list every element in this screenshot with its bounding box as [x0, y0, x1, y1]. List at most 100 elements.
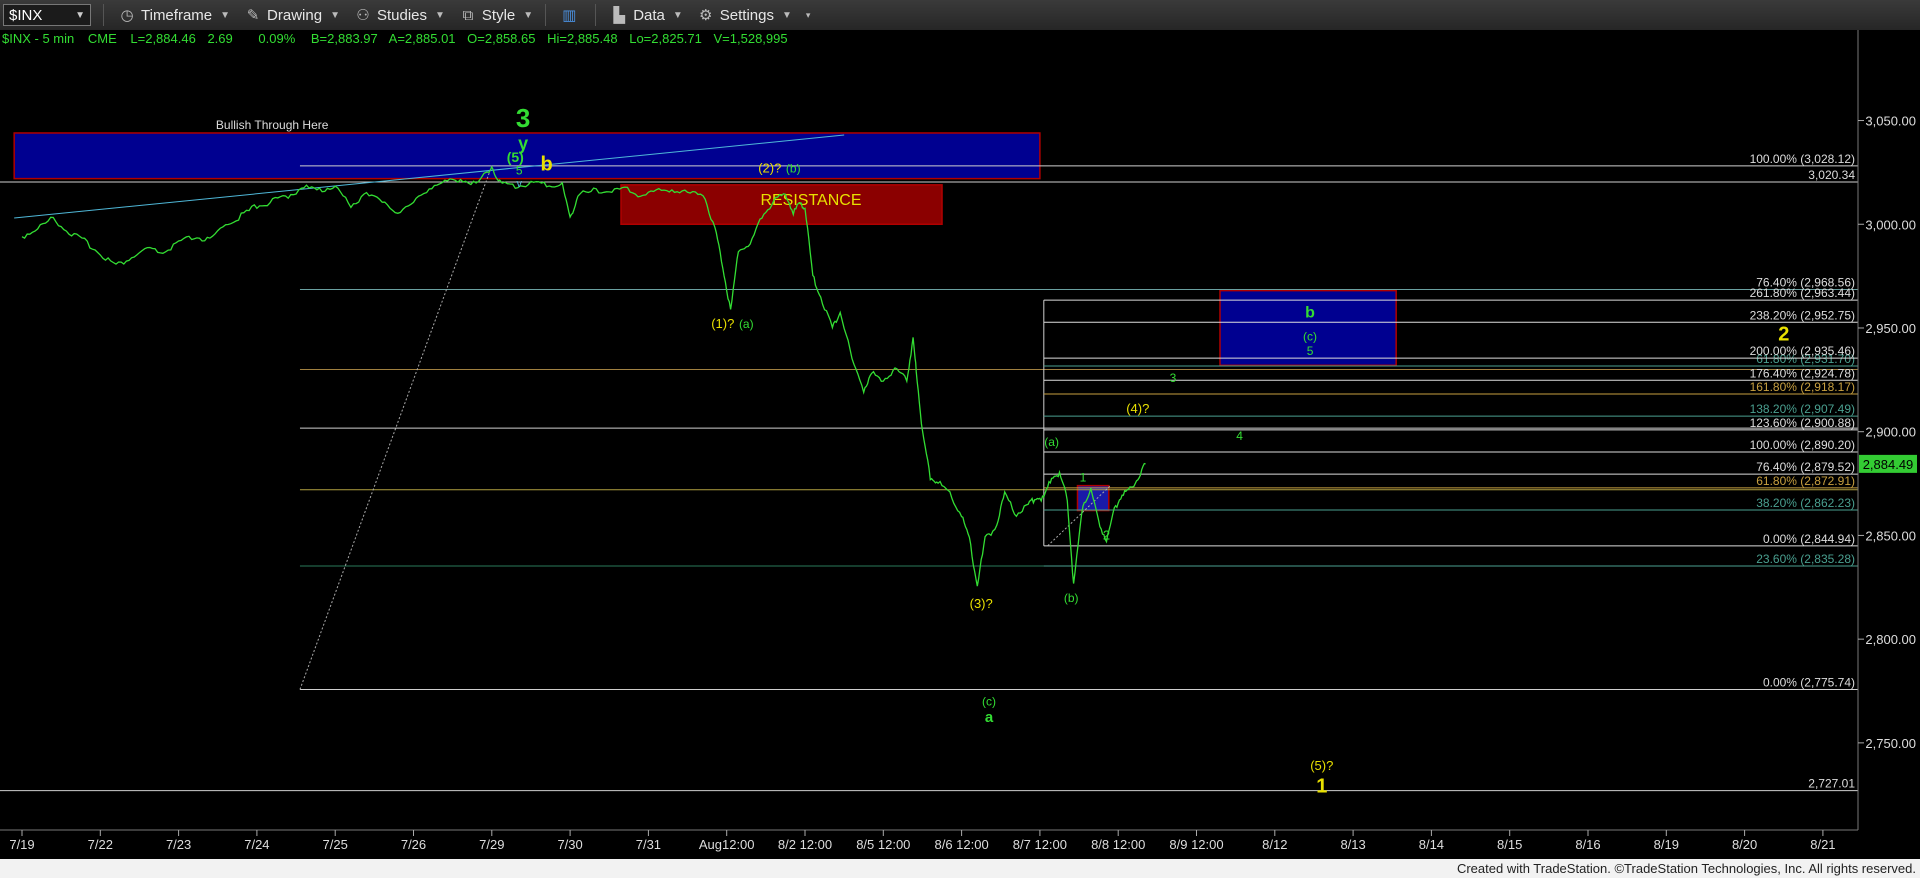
x-tick-label: 8/14: [1419, 837, 1444, 852]
pen-icon: ✎: [246, 7, 260, 24]
zone-label: Bullish Through Here: [216, 118, 329, 132]
y-tick-label: 2,950.00: [1865, 321, 1916, 336]
toolbar-separator: [103, 4, 104, 26]
x-tick-label: 8/15: [1497, 837, 1522, 852]
studies-label: Studies: [376, 6, 428, 24]
fib-level-label: 123.60% (2,900.88): [1750, 416, 1855, 430]
x-tick-label: 8/20: [1732, 837, 1757, 852]
header-info: $INX - 5 min CME L=2,884.46 2.69 0.09% B…: [2, 31, 788, 46]
x-tick-label: 8/13: [1340, 837, 1365, 852]
studies-menu[interactable]: ⚇ Studies ▼: [354, 6, 445, 25]
caret-down-icon: ▼: [523, 9, 534, 21]
wave-label: a: [985, 709, 994, 726]
x-tick-label: 7/23: [166, 837, 191, 852]
header-symbol: $INX - 5 min: [2, 31, 74, 46]
studies-icon: ⚇: [356, 7, 370, 24]
wave-label: 2: [1778, 323, 1789, 345]
caret-down-icon: ▼: [330, 9, 340, 21]
x-tick-label: 7/30: [557, 837, 582, 852]
data-menu[interactable]: ▙ Data ▼: [610, 6, 682, 25]
fib-level-label: 261.80% (2,963.44): [1750, 286, 1855, 300]
wave-label: b: [1305, 305, 1315, 322]
fib-level-label: 38.20% (2,862.23): [1756, 496, 1855, 510]
x-tick-label: 8/16: [1575, 837, 1600, 852]
toolbar-separator: [595, 4, 597, 26]
x-tick-label: 8/9 12:00: [1169, 837, 1223, 852]
x-tick-label: 7/29: [479, 837, 504, 852]
header-exchange: CME: [88, 31, 117, 46]
toolbar-overflow-button[interactable]: ▾: [806, 10, 811, 21]
header-bid: B=2,883.97: [311, 31, 378, 46]
horizontal-line-label: 0.00% (2,775.74): [1763, 675, 1855, 689]
x-tick-label: 7/26: [401, 837, 426, 852]
fib-level-label: 0.00% (2,844.94): [1763, 532, 1855, 546]
style-menu[interactable]: ⧉ Style ▼: [459, 6, 534, 24]
fib-level-label: 76.40% (2,879.52): [1756, 460, 1855, 474]
fib-level-label: 161.80% (2,918.17): [1750, 380, 1855, 394]
wave-label: (a): [1044, 435, 1059, 449]
wave-label: (a): [739, 317, 754, 331]
x-tick-label: 8/2 12:00: [778, 837, 832, 852]
x-tick-label: 8/12: [1262, 837, 1287, 852]
style-icon: ⧉: [462, 6, 474, 24]
y-tick-label: 2,800.00: [1865, 632, 1916, 647]
x-tick-label: 7/19: [9, 837, 34, 852]
wave-label: (5)?: [1310, 758, 1333, 773]
fib-level-label: 138.20% (2,907.49): [1750, 402, 1855, 416]
x-tick-label: 8/8 12:00: [1091, 837, 1145, 852]
wave-label: (c): [1303, 329, 1317, 343]
wave-label: (2)?: [758, 160, 781, 175]
x-tick-label: 8/21: [1810, 837, 1835, 852]
timeframe-menu[interactable]: ◷ Timeframe ▼: [118, 6, 231, 25]
wave-label: (c): [982, 695, 996, 709]
symbol-selector[interactable]: $INX ▼: [3, 4, 91, 26]
x-tick-label: 7/31: [636, 837, 661, 852]
fib-level-label: 176.40% (2,924.78): [1750, 366, 1855, 380]
settings-menu[interactable]: ⚙ Settings ▼: [697, 6, 792, 25]
wave-label: 3: [516, 103, 530, 133]
timeframe-label: Timeframe: [141, 6, 213, 24]
zone-label: RESISTANCE: [760, 192, 861, 209]
clock-icon: ◷: [120, 7, 134, 24]
last-price-marker: 2,884.49: [1859, 454, 1917, 473]
horizontal-line-label: 100.00% (3,028.12): [1750, 152, 1855, 166]
y-tick-label: 2,900.00: [1865, 425, 1916, 440]
last-price-label: 2,884.49: [1863, 457, 1914, 472]
wave-label: 1: [1080, 470, 1087, 484]
x-tick-label: 7/25: [323, 837, 348, 852]
drawing-menu[interactable]: ✎ Drawing ▼: [244, 6, 340, 25]
copyright-footer: Created with TradeStation. ©TradeStation…: [1456, 861, 1916, 876]
y-tick-label: 2,850.00: [1865, 528, 1916, 543]
wave-label: (b): [786, 161, 801, 175]
wave-label: (1)?: [711, 316, 734, 331]
wave-label: b: [541, 153, 553, 175]
fib-level-label: 200.00% (2,935.46): [1750, 344, 1855, 358]
wave-label: (4)?: [1126, 401, 1149, 416]
gear-icon: ⚙: [699, 7, 713, 24]
header-ask: A=2,885.01: [389, 31, 456, 46]
caret-down-icon: ▼: [781, 9, 792, 21]
caret-down-icon: ▼: [220, 9, 231, 21]
layout-button[interactable]: ▥: [560, 6, 583, 24]
fib-level-label: 61.80% (2,872.91): [1756, 474, 1855, 488]
horizontal-line-label: 2,727.01: [1808, 777, 1855, 791]
wave-label: 2: [1103, 528, 1110, 543]
x-tick-label: Aug12:00: [699, 837, 755, 852]
price-chart[interactable]: Bullish Through Here RESISTANCE 100.00% (…: [0, 30, 1920, 859]
y-tick-label: 2,750.00: [1865, 736, 1916, 751]
header-change: 2.69: [207, 31, 232, 46]
dropdown-arrow-icon: ▼: [75, 9, 85, 21]
header-low: Lo=2,825.71: [629, 31, 702, 46]
header-high: Hi=2,885.48: [547, 31, 617, 46]
toolbar-separator: [545, 4, 547, 26]
drawing-label: Drawing: [267, 6, 323, 24]
header-pct: 0.09%: [258, 31, 295, 46]
y-tick-label: 3,000.00: [1865, 217, 1916, 232]
x-tick-label: 8/7 12:00: [1013, 837, 1067, 852]
horizontal-line-label: 3,020.34: [1808, 168, 1855, 182]
x-tick-label: 7/22: [88, 837, 113, 852]
symbol-value: $INX: [9, 6, 43, 24]
wave-label: 5: [516, 163, 523, 177]
wave-label: v: [516, 178, 522, 190]
caret-down-icon: ▼: [435, 9, 445, 21]
